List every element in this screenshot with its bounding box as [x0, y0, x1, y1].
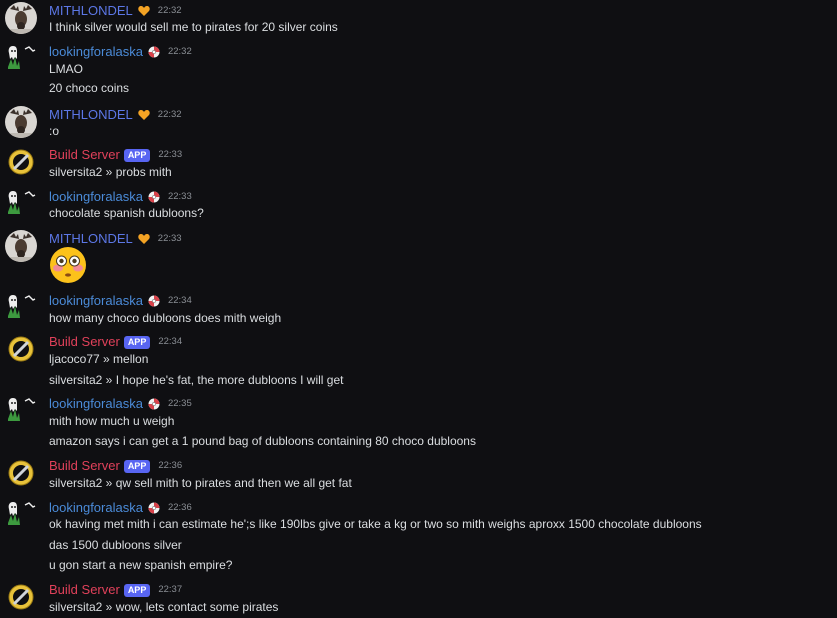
- ghost-grass-avatar-icon[interactable]: [5, 43, 37, 75]
- author-name[interactable]: Build Server: [49, 146, 120, 164]
- message-text: :o: [49, 124, 60, 138]
- message-text: silversita2 » wow, lets contact some pir…: [49, 600, 279, 614]
- moose-avatar-icon[interactable]: [5, 230, 37, 262]
- timestamp: 22:32: [167, 46, 192, 57]
- message-text: chocolate spanish dubloons?: [49, 206, 204, 220]
- author-name[interactable]: lookingforalaska: [49, 499, 143, 517]
- gold-ring-avatar-icon[interactable]: [5, 581, 37, 613]
- moose-avatar-icon[interactable]: [5, 106, 37, 138]
- orange-heart-icon: [138, 6, 150, 16]
- message-text: silversita2 » qw sell mith to pirates an…: [49, 476, 352, 490]
- red-white-ball-icon: [148, 295, 160, 307]
- timestamp: 22:34: [167, 295, 192, 306]
- message-text: amazon says i can get a 1 pound bag of d…: [49, 434, 476, 448]
- message-text: u gon start a new spanish empire?: [49, 558, 233, 572]
- message-text: silversita2 » probs mith: [49, 165, 172, 179]
- timestamp: 22:32: [157, 109, 182, 120]
- ghost-grass-avatar-icon[interactable]: [5, 292, 37, 324]
- chat-log: MITHLONDEL 22:32 I think silver would se…: [0, 0, 837, 618]
- flushed-face-emoji[interactable]: [49, 246, 87, 284]
- author-name[interactable]: lookingforalaska: [49, 292, 143, 310]
- message-text: how many choco dubloons does mith weigh: [49, 311, 282, 325]
- author-name[interactable]: MITHLONDEL: [49, 2, 133, 20]
- message-text: ljacoco77 » mellon: [49, 352, 149, 366]
- author-name[interactable]: lookingforalaska: [49, 395, 143, 413]
- author-name[interactable]: Build Server: [49, 457, 120, 475]
- timestamp: 22:35: [167, 398, 192, 409]
- timestamp: 22:33: [167, 191, 192, 202]
- ghost-grass-avatar-icon[interactable]: [5, 499, 37, 531]
- gold-ring-avatar-icon[interactable]: [5, 146, 37, 178]
- gold-ring-avatar-icon[interactable]: [5, 457, 37, 489]
- timestamp: 22:33: [158, 149, 183, 160]
- red-white-ball-icon: [148, 46, 160, 58]
- author-name[interactable]: Build Server: [49, 581, 120, 599]
- timestamp: 22:36: [167, 502, 192, 513]
- ghost-grass-avatar-icon[interactable]: [5, 395, 37, 427]
- author-name[interactable]: lookingforalaska: [49, 43, 143, 61]
- app-badge: APP: [123, 335, 151, 349]
- orange-heart-icon: [138, 234, 150, 244]
- message-text: 20 choco coins: [49, 81, 130, 95]
- red-white-ball-icon: [148, 502, 160, 514]
- message-text: silversita2 » I hope he's fat, the more …: [49, 373, 344, 387]
- app-badge: APP: [123, 148, 151, 162]
- message-text: mith how much u weigh: [49, 414, 175, 428]
- message-text: I think silver would sell me to pirates …: [49, 20, 338, 34]
- message-text: ok having met mith i can estimate he';s …: [49, 517, 702, 531]
- timestamp: 22:37: [158, 584, 183, 595]
- author-name[interactable]: Build Server: [49, 333, 120, 351]
- red-white-ball-icon: [148, 398, 160, 410]
- timestamp: 22:34: [158, 336, 183, 347]
- moose-avatar-icon[interactable]: [5, 2, 37, 34]
- ghost-grass-avatar-icon[interactable]: [5, 188, 37, 220]
- author-name[interactable]: MITHLONDEL: [49, 106, 133, 124]
- author-name[interactable]: lookingforalaska: [49, 188, 143, 206]
- app-badge: APP: [123, 583, 151, 597]
- timestamp: 22:36: [158, 460, 183, 471]
- app-badge: APP: [123, 459, 151, 473]
- timestamp: 22:33: [157, 233, 182, 244]
- red-white-ball-icon: [148, 191, 160, 203]
- message-text: LMAO: [49, 62, 84, 76]
- timestamp: 22:32: [157, 5, 182, 16]
- gold-ring-avatar-icon[interactable]: [5, 333, 37, 365]
- message-text: das 1500 dubloons silver: [49, 538, 182, 552]
- orange-heart-icon: [138, 110, 150, 120]
